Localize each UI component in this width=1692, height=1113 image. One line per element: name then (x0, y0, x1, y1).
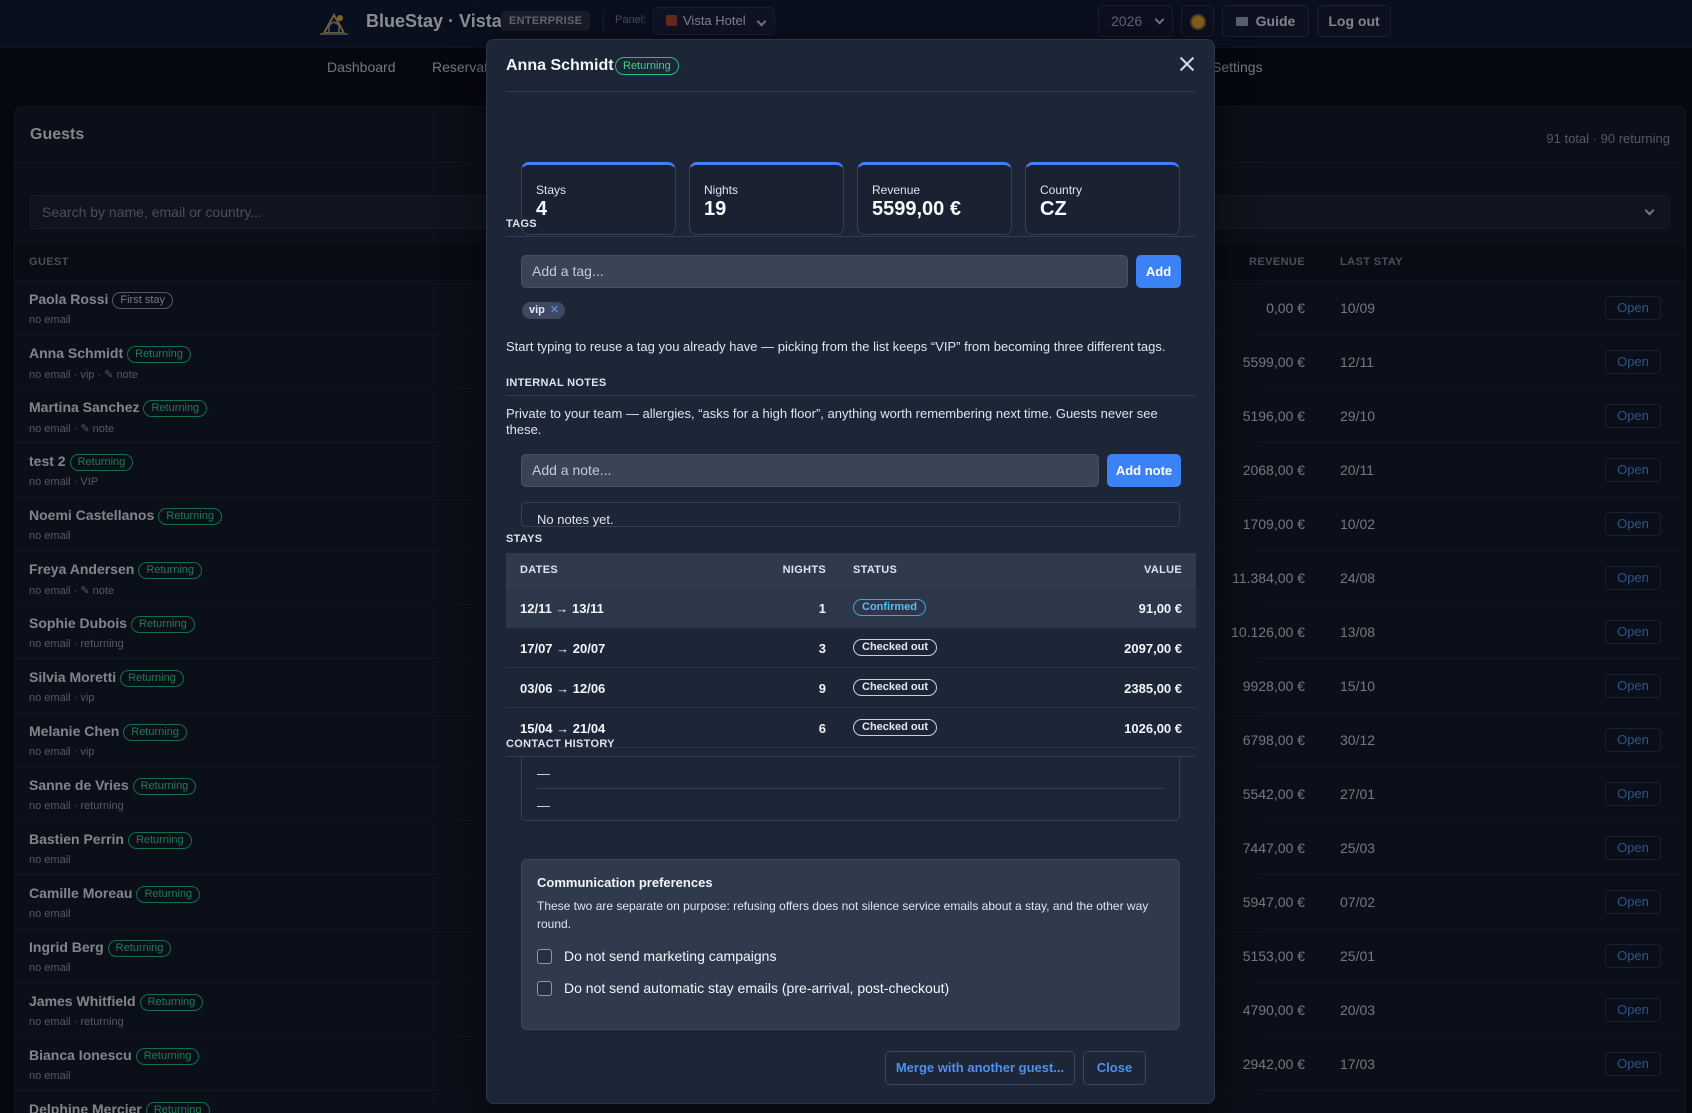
stay-status-badge: Checked out (853, 719, 938, 736)
auto-emails-opt-out-label[interactable]: Do not send automatic stay emails (pre-a… (564, 980, 949, 996)
tags-heading: TAGS (506, 218, 537, 230)
divider (506, 91, 1196, 92)
auto-emails-opt-out-checkbox[interactable] (537, 981, 552, 996)
communication-preferences: Communication preferences These two are … (521, 859, 1180, 1030)
stay-status-badge: Checked out (853, 679, 938, 696)
tag-input[interactable]: Add a tag... (521, 255, 1128, 288)
stay-nights: 9 (818, 681, 826, 696)
stay-row[interactable]: 03/06 → 12/06 9 Checked out 2385,00 € (506, 668, 1196, 708)
note-input[interactable]: Add a note... (521, 454, 1099, 487)
stay-dates: 03/06 → 12/06 (520, 681, 606, 696)
contact-item: — (537, 766, 550, 781)
stay-value: 2385,00 € (1124, 681, 1182, 696)
stay-nights: 6 (818, 721, 826, 736)
contact-history-list (521, 756, 1180, 821)
stat-label: Country (1040, 183, 1083, 197)
guest-modal: Anna Schmidt Returning Stays 4 Nights 19… (486, 39, 1215, 1104)
contact-heading: CONTACT HISTORY (506, 738, 615, 750)
close-button[interactable]: Close (1083, 1051, 1146, 1085)
column-status: STATUS (853, 564, 898, 576)
stay-value: 91,00 € (1138, 601, 1182, 616)
notes-hint: Private to your team — allergies, “asks … (506, 406, 1158, 437)
close-icon[interactable] (1178, 55, 1196, 73)
stay-row[interactable]: 12/11 → 13/11 1 Confirmed 91,00 € (506, 588, 1196, 628)
stat-value: CZ (1040, 198, 1067, 220)
stay-row[interactable]: 17/07 → 20/07 3 Checked out 2097,00 € (506, 628, 1196, 668)
column-dates: DATES (520, 564, 558, 576)
stays-heading: STAYS (506, 533, 543, 545)
tag-label: vip (529, 304, 545, 316)
stay-value: 2097,00 € (1124, 641, 1182, 656)
stat-label: Revenue (872, 183, 921, 197)
merge-guest-button[interactable]: Merge with another guest... (885, 1051, 1075, 1085)
stay-dates: 17/07 → 20/07 (520, 641, 606, 656)
comm-description: These two are separate on purpose: refus… (537, 899, 1149, 931)
stat-value: 5599,00 € (872, 198, 961, 220)
comm-title: Communication preferences (537, 875, 713, 890)
stat-label: Stays (536, 183, 567, 197)
modal-title: Anna Schmidt (506, 57, 614, 74)
stay-nights: 1 (818, 601, 826, 616)
notes-heading: INTERNAL NOTES (506, 377, 607, 389)
stat-stays: Stays 4 (521, 162, 676, 235)
divider (537, 788, 1164, 789)
remove-tag-icon[interactable]: ✕ (550, 304, 559, 316)
stat-revenue: Revenue 5599,00 € (857, 162, 1012, 235)
stay-status-badge: Checked out (853, 639, 938, 656)
stay-dates: 15/04 → 21/04 (520, 721, 606, 736)
stat-value: 4 (536, 198, 548, 220)
stays-table-header: DATES NIGHTS STATUS VALUE (506, 553, 1196, 588)
notes-list: No notes yet. (521, 502, 1180, 527)
stay-status-badge: Confirmed (853, 599, 926, 616)
tag-chip: vip ✕ (522, 302, 566, 319)
stat-country: Country CZ (1025, 162, 1180, 235)
stay-dates: 12/11 → 13/11 (520, 601, 604, 616)
add-tag-button[interactable]: Add (1136, 255, 1181, 288)
tags-hint: Start typing to reuse a tag you already … (506, 339, 1166, 354)
contact-item: — (537, 798, 550, 813)
notes-empty-text: No notes yet. (537, 512, 614, 527)
divider (506, 395, 1196, 396)
add-note-button[interactable]: Add note (1107, 454, 1181, 487)
divider (506, 236, 1196, 237)
stay-nights: 3 (818, 641, 826, 656)
stat-nights: Nights 19 (689, 162, 844, 235)
column-value: VALUE (1144, 564, 1182, 576)
marketing-opt-out-label[interactable]: Do not send marketing campaigns (564, 948, 776, 964)
column-nights: NIGHTS (782, 564, 826, 576)
marketing-opt-out-checkbox[interactable] (537, 949, 552, 964)
stay-value: 1026,00 € (1124, 721, 1182, 736)
stat-value: 19 (704, 198, 727, 220)
stat-label: Nights (704, 183, 739, 197)
status-badge: Returning (615, 57, 679, 75)
